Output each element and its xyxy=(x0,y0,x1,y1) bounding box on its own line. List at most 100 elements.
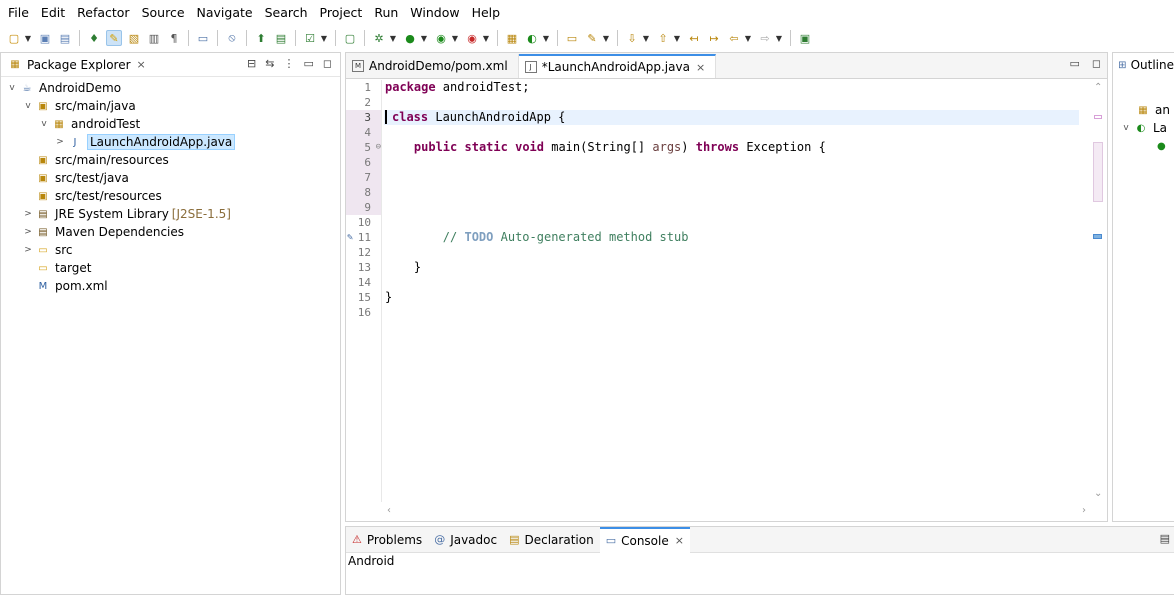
task-marker-icon[interactable]: ✎ xyxy=(347,230,353,245)
tree-item[interactable]: ▭ target xyxy=(1,259,340,277)
coverage-dropdown-icon[interactable]: ▼ xyxy=(451,30,459,46)
tasks-dropdown-icon[interactable]: ▼ xyxy=(320,30,328,46)
tree-item[interactable]: > ▭ src xyxy=(1,241,340,259)
vertical-scrollbar[interactable]: ⌃ ⌄ xyxy=(1091,80,1105,502)
word-wrap-icon[interactable]: ▥ xyxy=(146,30,162,46)
expand-icon[interactable]: > xyxy=(53,137,67,147)
minimize-icon[interactable]: ▭ xyxy=(1069,57,1079,70)
skip-breakpoints-icon[interactable]: ⦸ xyxy=(224,30,240,46)
package-explorer-title[interactable]: Package Explorer xyxy=(27,58,131,72)
scroll-right-icon[interactable]: › xyxy=(1082,505,1086,516)
view-menu-icon[interactable]: ⋮ xyxy=(283,57,294,70)
link-with-editor-icon[interactable]: ⇆ xyxy=(265,57,274,70)
forward-edit-icon[interactable]: ↦ xyxy=(706,30,722,46)
tab-console[interactable]: ▭ Console × xyxy=(599,526,690,553)
maximize-icon[interactable]: ◻ xyxy=(1092,57,1101,70)
outline-title[interactable]: Outline xyxy=(1131,58,1174,72)
tree-item[interactable]: > J LaunchAndroidApp.java xyxy=(1,133,340,151)
code-area[interactable]: package androidTest; class LaunchAndroid… xyxy=(384,80,1079,502)
scroll-down-icon[interactable]: ⌄ xyxy=(1094,488,1102,499)
forward-icon[interactable]: ⇨ xyxy=(757,30,773,46)
maximize-icon[interactable]: ◻ xyxy=(323,57,332,70)
next-annotation-dropdown-icon[interactable]: ▼ xyxy=(642,30,650,46)
tab-javadoc[interactable]: @ Javadoc xyxy=(428,527,503,553)
expand-icon[interactable]: > xyxy=(21,227,35,237)
search-dropdown-icon[interactable]: ▼ xyxy=(602,30,610,46)
menu-search[interactable]: Search xyxy=(259,0,314,26)
horizontal-scrollbar[interactable]: ‹ › xyxy=(384,505,1089,519)
tree-item[interactable]: v ▦ androidTest xyxy=(1,115,340,133)
open-console-icon[interactable]: ▭ xyxy=(195,30,211,46)
tab-problems[interactable]: ⚠ Problems xyxy=(346,527,428,553)
forward-dropdown-icon[interactable]: ▼ xyxy=(775,30,783,46)
previous-annotation-icon[interactable]: ⇧ xyxy=(655,30,671,46)
close-icon[interactable]: × xyxy=(675,534,684,547)
collapse-icon[interactable]: v xyxy=(5,83,19,93)
tasks-icon[interactable]: ☑ xyxy=(302,30,318,46)
run-dropdown-icon[interactable]: ▼ xyxy=(420,30,428,46)
menu-file[interactable]: File xyxy=(2,0,35,26)
menu-project[interactable]: Project xyxy=(314,0,369,26)
back-icon[interactable]: ⇦ xyxy=(726,30,742,46)
tab-pom-xml[interactable]: M AndroidDemo/pom.xml xyxy=(346,54,519,78)
save-icon[interactable]: ▣ xyxy=(37,30,53,46)
close-icon[interactable]: × xyxy=(696,61,705,74)
search-icon[interactable]: ✎ xyxy=(584,30,600,46)
new-java-project-icon[interactable]: ▢ xyxy=(342,30,358,46)
block-selection-icon[interactable]: ▧ xyxy=(126,30,142,46)
tree-item[interactable]: > ▤ JRE System Library [J2SE-1.5] xyxy=(1,205,340,223)
tree-item[interactable]: v ▣ src/main/java xyxy=(1,97,340,115)
expand-icon[interactable]: > xyxy=(21,245,35,255)
run-icon[interactable]: ● xyxy=(402,30,418,46)
external-tools-icon[interactable]: ◉ xyxy=(464,30,480,46)
maven-build-icon[interactable]: ▤ xyxy=(273,30,289,46)
next-annotation-icon[interactable]: ⇩ xyxy=(624,30,640,46)
close-icon[interactable]: × xyxy=(137,58,146,71)
fold-icon[interactable]: ⊖ xyxy=(376,140,381,155)
scroll-left-icon[interactable]: ‹ xyxy=(387,505,391,516)
menu-source[interactable]: Source xyxy=(136,0,191,26)
tab-launch-android-app[interactable]: J *LaunchAndroidApp.java × xyxy=(518,54,717,78)
external-tools-dropdown-icon[interactable]: ▼ xyxy=(482,30,490,46)
scroll-thumb[interactable] xyxy=(1093,142,1103,202)
tree-item[interactable]: > ▤ Maven Dependencies xyxy=(1,223,340,241)
menu-edit[interactable]: Edit xyxy=(35,0,71,26)
mark-occurrences-icon[interactable]: ✎ xyxy=(106,30,122,46)
coverage-icon[interactable]: ◉ xyxy=(433,30,449,46)
show-whitespace-icon[interactable]: ¶ xyxy=(166,30,182,46)
new-class-icon[interactable]: ◐ xyxy=(524,30,540,46)
menu-navigate[interactable]: Navigate xyxy=(191,0,259,26)
new-class-dropdown-icon[interactable]: ▼ xyxy=(542,30,550,46)
scroll-up-icon[interactable]: ⌃ xyxy=(1094,82,1102,93)
expand-icon[interactable]: > xyxy=(21,209,35,219)
tree-item[interactable]: ▣ src/main/resources xyxy=(1,151,340,169)
menu-refactor[interactable]: Refactor xyxy=(71,0,135,26)
debug-icon[interactable]: ✲ xyxy=(371,30,387,46)
pin-editor-icon[interactable]: ▣ xyxy=(797,30,813,46)
previous-annotation-dropdown-icon[interactable]: ▼ xyxy=(673,30,681,46)
tree-item[interactable]: ▣ src/test/java xyxy=(1,169,340,187)
console-options-icon[interactable]: ▤ xyxy=(1160,532,1170,545)
maven-update-icon[interactable]: ⬆ xyxy=(253,30,269,46)
tree-item[interactable]: Mpom.xml xyxy=(1,277,340,295)
menu-window[interactable]: Window xyxy=(404,0,465,26)
toggle-breadcrumb-icon[interactable]: ♦ xyxy=(86,30,102,46)
expand-icon[interactable]: v xyxy=(1119,123,1133,133)
outline-item[interactable]: ● xyxy=(1113,137,1174,155)
tree-item[interactable]: v ☕ AndroidDemo xyxy=(1,79,340,97)
menu-run[interactable]: Run xyxy=(368,0,404,26)
save-all-icon[interactable]: ▤ xyxy=(57,30,73,46)
open-type-icon[interactable]: ▭ xyxy=(564,30,580,46)
new-dropdown-icon[interactable]: ▼ xyxy=(24,30,32,46)
back-dropdown-icon[interactable]: ▼ xyxy=(744,30,752,46)
new-package-icon[interactable]: ▦ xyxy=(504,30,520,46)
new-icon[interactable]: ▢ xyxy=(6,30,22,46)
last-edit-location-icon[interactable]: ↤ xyxy=(686,30,702,46)
tab-declaration[interactable]: ▤ Declaration xyxy=(503,527,600,553)
minimize-icon[interactable]: ▭ xyxy=(303,57,313,70)
outline-item[interactable]: ▦ an xyxy=(1113,101,1174,119)
tree-item[interactable]: ▣ src/test/resources xyxy=(1,187,340,205)
menu-help[interactable]: Help xyxy=(466,0,507,26)
collapse-icon[interactable]: v xyxy=(21,101,35,111)
outline-item[interactable]: v ◐ La xyxy=(1113,119,1174,137)
